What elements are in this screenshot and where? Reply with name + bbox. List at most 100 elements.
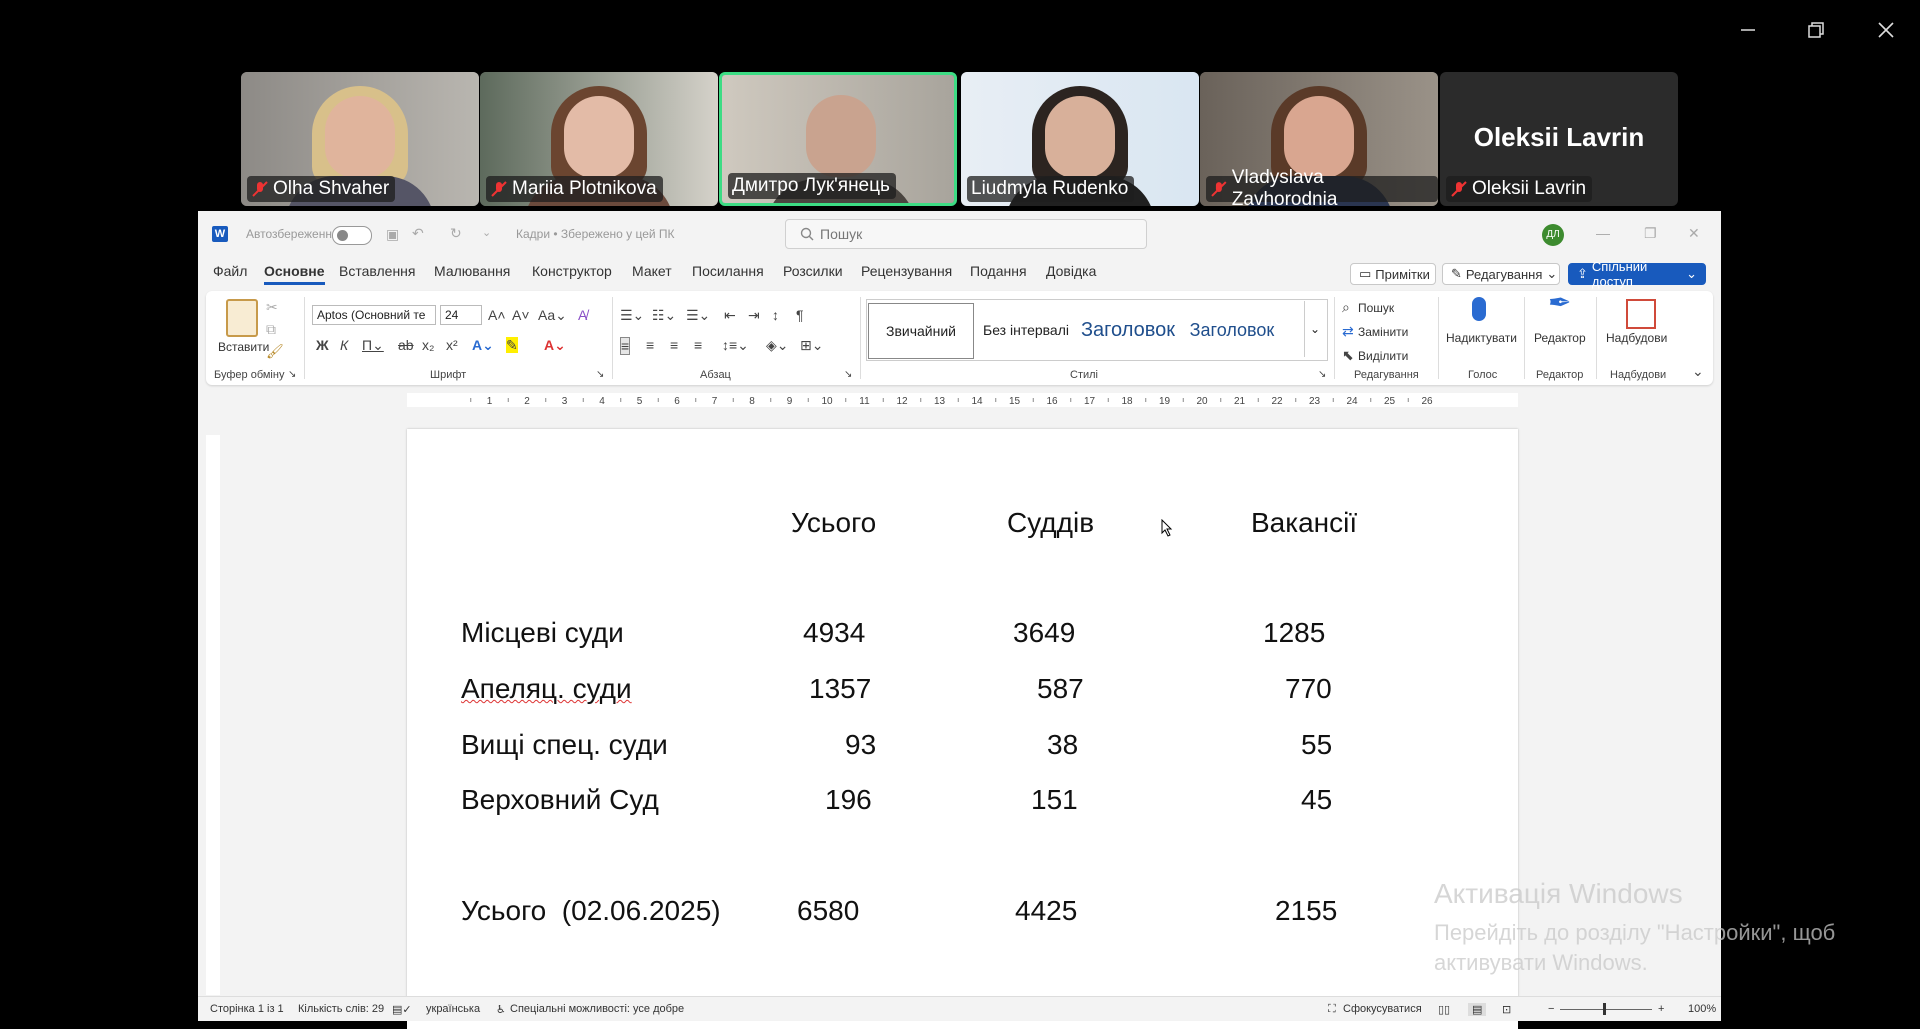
bullets-icon[interactable]: ☰⌄ bbox=[620, 307, 644, 323]
change-case-icon[interactable]: Aa⌄ bbox=[538, 307, 567, 323]
search-box[interactable]: Пошук bbox=[785, 219, 1147, 249]
select-button[interactable]: Виділити bbox=[1358, 349, 1408, 363]
participant-tile[interactable]: Oleksii Lavrin Oleksii Lavrin bbox=[1440, 72, 1678, 206]
proofing-icon[interactable]: ▤✓ bbox=[392, 1003, 412, 1016]
cut-icon[interactable]: ✂ bbox=[266, 299, 278, 315]
tab-view[interactable]: Подання bbox=[970, 263, 1027, 279]
read-mode-icon[interactable]: ▯▯ bbox=[1438, 1003, 1450, 1016]
tab-layout[interactable]: Макет bbox=[632, 263, 672, 279]
redo-icon[interactable]: ↻ bbox=[450, 225, 462, 241]
participant-tile[interactable]: Vladyslava Zavhorodnia bbox=[1200, 72, 1438, 206]
font-color-icon[interactable]: A⌄ bbox=[544, 337, 566, 353]
grow-font-icon[interactable]: A˄ bbox=[488, 307, 506, 323]
participant-tile[interactable]: Liudmyla Rudenko bbox=[961, 72, 1199, 206]
show-marks-icon[interactable]: ¶ bbox=[796, 307, 804, 323]
tab-help[interactable]: Довідка bbox=[1046, 263, 1096, 279]
text-effects-icon[interactable]: A⌄ bbox=[472, 337, 494, 353]
dialog-launcher-icon[interactable]: ↘ bbox=[844, 367, 852, 383]
dialog-launcher-icon[interactable]: ↘ bbox=[596, 367, 604, 383]
zoom-slider[interactable] bbox=[1560, 1003, 1652, 1015]
zoom-in-icon[interactable]: + bbox=[1658, 1003, 1664, 1015]
find-button[interactable]: Пошук bbox=[1358, 301, 1394, 315]
dictate-button[interactable]: Надиктувати bbox=[1446, 331, 1517, 345]
tab-home[interactable]: Основне bbox=[264, 263, 325, 285]
subscript-icon[interactable]: x₂ bbox=[422, 337, 434, 353]
add-ins-button[interactable]: Надбудови bbox=[1606, 331, 1667, 345]
paste-icon[interactable] bbox=[226, 299, 258, 337]
sort-icon[interactable]: ↕ bbox=[772, 307, 779, 323]
word-close-icon[interactable]: ✕ bbox=[1688, 225, 1700, 241]
share-button[interactable]: ⇪ Спільний доступ ⌄ bbox=[1568, 259, 1706, 289]
tab-draw[interactable]: Малювання bbox=[434, 263, 510, 279]
tab-design[interactable]: Конструктор bbox=[532, 263, 612, 279]
document-page[interactable]: Усього Суддів Вакансії Місцеві суди 4934… bbox=[407, 429, 1518, 1029]
page-count[interactable]: Сторінка 1 із 1 bbox=[210, 1003, 284, 1015]
shading-icon[interactable]: ◈⌄ bbox=[766, 337, 789, 353]
font-name-dropdown[interactable]: Aptos (Основний те bbox=[312, 305, 436, 325]
vertical-ruler[interactable] bbox=[206, 435, 220, 995]
minimize-button[interactable] bbox=[1726, 10, 1770, 50]
participant-tile-active-speaker[interactable]: Дмитро Лук'янець bbox=[719, 72, 957, 206]
accessibility-status[interactable]: Спеціальні можливості: усе добре bbox=[510, 1003, 684, 1015]
dialog-launcher-icon[interactable]: ↘ bbox=[1318, 367, 1326, 383]
close-button[interactable] bbox=[1864, 10, 1908, 50]
zoom-level[interactable]: 100% bbox=[1688, 1003, 1716, 1015]
horizontal-ruler[interactable]: 1 2 3 4 5 6 7 8 9 10 11 12 13 14 15 16 17 18 19 20 21 22 23 24 2… bbox=[198, 389, 1721, 411]
style-normal[interactable]: Звичайний bbox=[868, 303, 974, 359]
decrease-indent-icon[interactable]: ⇤ bbox=[724, 307, 736, 323]
autosave-toggle[interactable] bbox=[332, 226, 372, 245]
web-layout-icon[interactable]: ⊡ bbox=[1502, 1003, 1511, 1016]
undo-icon[interactable]: ↶ bbox=[412, 225, 424, 241]
line-spacing-icon[interactable]: ↕≡⌄ bbox=[722, 337, 749, 353]
participant-tile[interactable]: Olha Shvaher bbox=[241, 72, 479, 206]
replace-button[interactable]: Замінити bbox=[1358, 325, 1408, 339]
save-icon[interactable]: ▣ bbox=[386, 226, 399, 242]
justify-icon[interactable]: ≡ bbox=[694, 337, 702, 353]
editing-mode-button[interactable]: ✎ Редагування ⌄ bbox=[1442, 263, 1560, 285]
tab-review[interactable]: Рецензування bbox=[861, 263, 952, 279]
editor-button[interactable]: Редактор bbox=[1534, 331, 1586, 345]
tab-insert[interactable]: Вставлення bbox=[339, 263, 416, 279]
copy-icon[interactable]: ⧉ bbox=[266, 321, 276, 337]
focus-button[interactable]: Сфокусуватися bbox=[1343, 1003, 1422, 1015]
multilevel-list-icon[interactable]: ☰⌄ bbox=[686, 307, 710, 323]
restore-button[interactable] bbox=[1794, 10, 1838, 50]
style-no-spacing[interactable]: Без інтервалі bbox=[976, 303, 1076, 357]
shrink-font-icon[interactable]: A˅ bbox=[512, 307, 530, 323]
dialog-launcher-icon[interactable]: ↘ bbox=[288, 367, 296, 383]
strikethrough-icon[interactable]: ab bbox=[398, 337, 414, 353]
align-right-icon[interactable]: ≡ bbox=[670, 337, 678, 353]
word-restore-icon[interactable]: ❐ bbox=[1644, 225, 1657, 241]
align-left-icon[interactable]: ≡ bbox=[620, 337, 631, 355]
collapse-ribbon-icon[interactable]: ⌄ bbox=[1692, 363, 1704, 379]
zoom-out-icon[interactable]: − bbox=[1548, 1003, 1554, 1015]
numbering-icon[interactable]: ☷⌄ bbox=[652, 307, 676, 323]
borders-icon[interactable]: ⊞⌄ bbox=[800, 337, 823, 353]
increase-indent-icon[interactable]: ⇥ bbox=[748, 307, 760, 323]
comments-button[interactable]: ▭ Примітки bbox=[1350, 263, 1436, 285]
print-layout-icon[interactable]: ▤ bbox=[1468, 1003, 1487, 1016]
superscript-icon[interactable]: x² bbox=[446, 337, 458, 353]
tab-file[interactable]: Файл bbox=[213, 263, 247, 279]
qat-customize-icon[interactable]: ⌄ bbox=[482, 225, 491, 241]
add-ins-icon[interactable] bbox=[1626, 299, 1656, 329]
style-heading-1[interactable]: Заголовок bbox=[1080, 303, 1176, 357]
styles-more-button[interactable]: ⌄ bbox=[1304, 301, 1325, 357]
document-title[interactable]: Кадри • Збережено у цей ПК bbox=[516, 227, 675, 241]
font-size-dropdown[interactable]: 24 bbox=[440, 305, 482, 325]
highlight-icon[interactable]: ✎ bbox=[506, 337, 518, 353]
underline-icon[interactable]: П⌄ bbox=[362, 337, 384, 353]
paste-button[interactable]: Вставити bbox=[218, 340, 269, 354]
clear-formatting-icon[interactable]: A̸ bbox=[578, 307, 587, 323]
align-center-icon[interactable]: ≡ bbox=[646, 337, 654, 353]
tab-mailings[interactable]: Розсилки bbox=[783, 263, 843, 279]
microphone-icon[interactable] bbox=[1472, 297, 1486, 321]
language-indicator[interactable]: українська bbox=[426, 1003, 480, 1015]
tab-references[interactable]: Посилання bbox=[692, 263, 764, 279]
word-minimize-icon[interactable]: — bbox=[1596, 225, 1610, 241]
word-count[interactable]: Кількість слів: 29 bbox=[298, 1003, 384, 1015]
editor-icon[interactable]: ✒ bbox=[1548, 289, 1571, 317]
format-painter-icon[interactable]: 🖌 bbox=[266, 343, 284, 359]
italic-icon[interactable]: К bbox=[340, 337, 348, 353]
avatar[interactable]: ДЛ bbox=[1542, 224, 1564, 246]
